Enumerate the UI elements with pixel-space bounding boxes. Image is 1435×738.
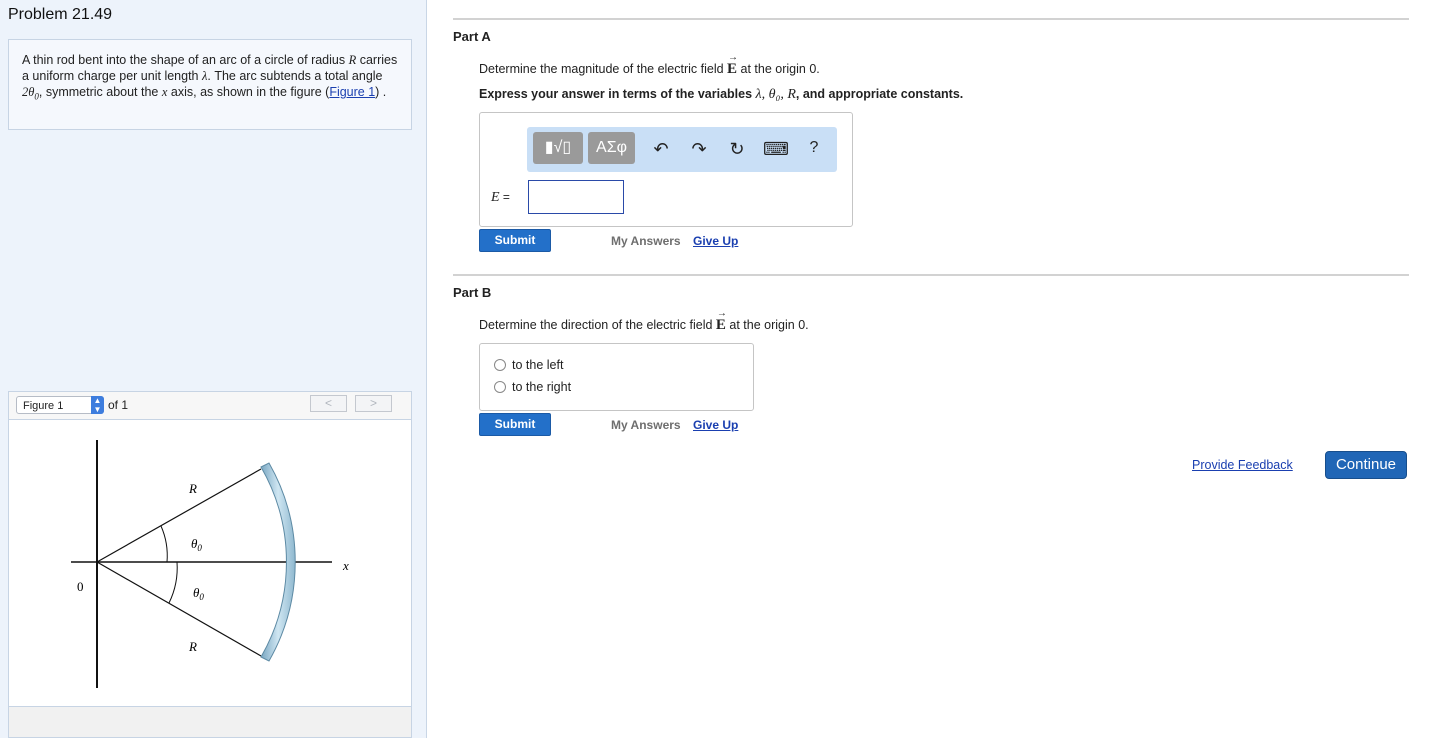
help-icon[interactable]: ? (802, 139, 826, 157)
provide-feedback-link[interactable]: Provide Feedback (1192, 458, 1293, 472)
greek-symbols-button[interactable]: ΑΣφ (588, 132, 635, 164)
radio-button[interactable] (494, 381, 506, 393)
answer-container: ▮√▯ ΑΣφ ↶ ↷ ↻ ⌨ ? E = (479, 112, 853, 227)
part-b-title: Part B (453, 285, 492, 300)
part-a-title: Part A (453, 29, 491, 44)
vector-arrow-icon: → (716, 308, 727, 319)
next-figure-button[interactable]: > (355, 395, 392, 412)
figure-diagram: R θ0 0 x θ0 R (71, 440, 349, 688)
greek-icon: ΑΣφ (596, 139, 627, 156)
question-text: Determine the magnitude of the electric … (479, 62, 728, 76)
undo-icon[interactable]: ↶ (649, 139, 673, 160)
part-a-instruction: Express your answer in terms of the vari… (479, 87, 964, 102)
part-a-divider (453, 18, 1409, 20)
label-R-top: R (188, 481, 197, 496)
problem-text-part: ) . (375, 85, 387, 99)
part-b-question: Determine the direction of the electric … (479, 308, 809, 334)
reset-icon[interactable]: ↻ (725, 139, 749, 160)
question-text: Determine the direction of the electric … (479, 318, 716, 332)
chevron-right-icon: > (369, 396, 377, 410)
direction-options: to the left to the right (479, 343, 754, 411)
part-b-give-up-link[interactable]: Give Up (693, 418, 738, 432)
problem-text-part: A thin rod bent into the shape of an arc… (22, 53, 349, 67)
part-a-submit-button[interactable]: Submit (479, 229, 551, 252)
prev-figure-button[interactable]: < (310, 395, 347, 412)
problem-text-part: , symmetric about the (38, 85, 162, 99)
chevron-updown-icon: ▲ ▼ (91, 396, 104, 414)
radius-line-top (96, 468, 262, 563)
part-b-submit-button[interactable]: Submit (479, 413, 551, 436)
figure-caption-bar (9, 706, 411, 737)
part-a-give-up-link[interactable]: Give Up (693, 234, 738, 248)
angle-arc-top (160, 525, 168, 563)
answer-input[interactable] (528, 180, 624, 214)
problem-text-part: . The arc subtends a total angle (207, 69, 383, 83)
continue-button[interactable]: Continue (1325, 451, 1407, 479)
label-theta-bottom: θ0 (193, 585, 204, 602)
figure-toolbar: Figure 1 ▲ ▼ of 1 < > (9, 392, 411, 420)
figure-link[interactable]: Figure 1 (329, 85, 375, 99)
figure-panel: Figure 1 ▲ ▼ of 1 < > R θ0 0 x θ0 R (8, 391, 412, 738)
angle-arc-bottom (168, 561, 178, 604)
part-b-my-answers-link[interactable]: My Answers (611, 418, 681, 432)
question-text: at the origin 0. (725, 318, 809, 332)
instruction-variables: λ, θ₀, R (755, 87, 796, 102)
label-R-bottom: R (188, 639, 197, 654)
question-text: at the origin 0. (737, 62, 820, 76)
figure-select[interactable]: Figure 1 ▲ ▼ (16, 396, 104, 414)
figure-select-value: Figure 1 (23, 400, 64, 412)
redo-icon[interactable]: ↷ (687, 139, 711, 160)
label-origin: 0 (77, 579, 84, 594)
figure-count: of 1 (108, 398, 129, 412)
option-right[interactable]: to the right (494, 380, 571, 394)
problem-text: A thin rod bent into the shape of an arc… (22, 52, 398, 105)
field-vector-symbol: → E (727, 52, 739, 77)
problem-title: Problem 21.49 (8, 6, 113, 23)
answer-label: E = (491, 190, 510, 205)
math-toolbar: ▮√▯ ΑΣφ ↶ ↷ ↻ ⌨ ? (527, 127, 837, 172)
field-vector-symbol: → E (715, 308, 727, 333)
var-angle: 2θ (22, 85, 35, 99)
chevron-left-icon: < (324, 396, 332, 410)
problem-text-part: axis, as shown in the figure ( (167, 85, 330, 99)
vector-arrow-icon: → (728, 52, 739, 63)
option-left[interactable]: to the left (494, 358, 563, 372)
template-icon: ▮√▯ (544, 139, 572, 156)
part-a-my-answers-link[interactable]: My Answers (611, 234, 681, 248)
option-label: to the right (512, 380, 572, 394)
problem-statement: A thin rod bent into the shape of an arc… (8, 39, 412, 130)
label-theta-top: θ0 (191, 536, 202, 553)
part-b-divider (453, 274, 1409, 276)
problem-panel: Problem 21.49 A thin rod bent into the s… (0, 0, 427, 738)
keyboard-icon[interactable]: ⌨ (763, 139, 789, 160)
part-a-question: Determine the magnitude of the electric … (479, 52, 820, 78)
label-x-axis: x (342, 558, 349, 573)
template-button[interactable]: ▮√▯ (533, 132, 583, 164)
radius-line-bottom (96, 561, 262, 657)
radio-button[interactable] (494, 359, 506, 371)
option-label: to the left (512, 358, 564, 372)
